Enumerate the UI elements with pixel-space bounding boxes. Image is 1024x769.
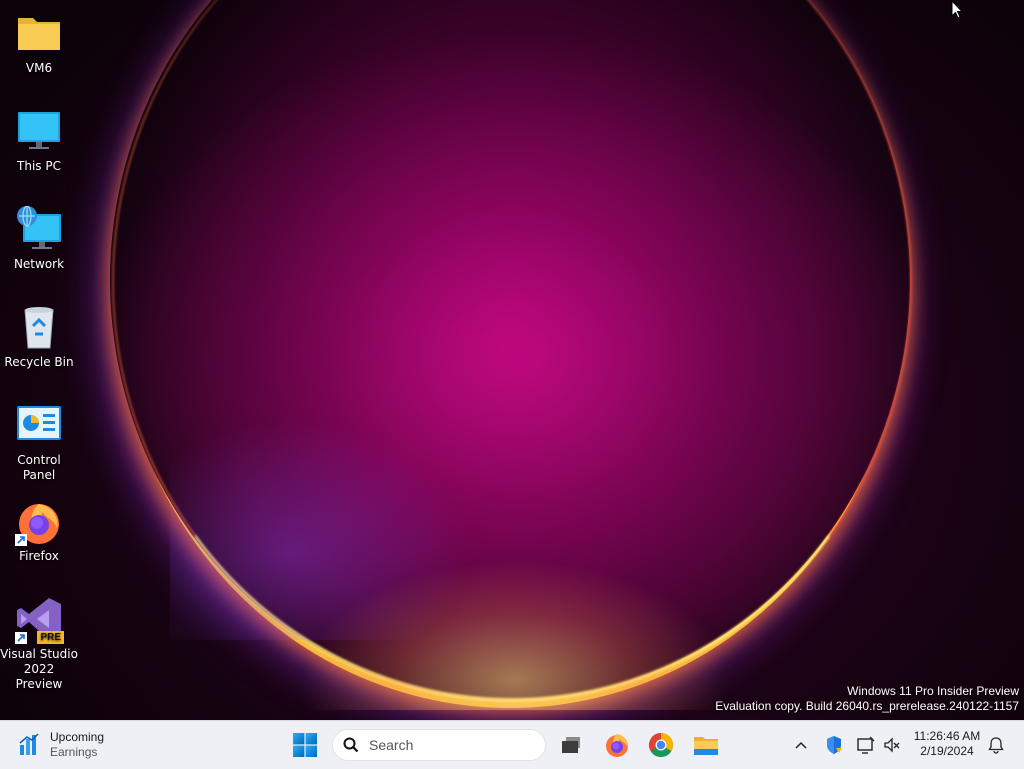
- desktop-icon-label: Firefox: [19, 549, 59, 563]
- network-status-icon[interactable]: [856, 733, 876, 757]
- watermark-line1: Windows 11 Pro Insider Preview: [847, 684, 1019, 698]
- mouse-cursor-icon: [951, 0, 964, 20]
- clock-date: 2/19/2024: [920, 744, 974, 758]
- desktop-icon-vm6[interactable]: VM6: [0, 10, 78, 76]
- network-icon: [15, 205, 63, 254]
- evaluation-watermark: Windows 11 Pro Insider Preview Evaluatio…: [715, 684, 1019, 714]
- desktop-icon-label-line2: 2022 Preview: [15, 662, 63, 691]
- task-view-icon[interactable]: [558, 731, 586, 759]
- firefox-icon[interactable]: [603, 731, 631, 759]
- visual-studio-icon: PRE: [15, 596, 64, 644]
- folder-icon: [15, 10, 63, 58]
- control-panel-icon: [15, 402, 63, 450]
- widget-title: Upcoming: [50, 730, 105, 744]
- recycle-bin-icon: [15, 304, 63, 352]
- clock-time: 11:26:46 AM: [913, 729, 981, 743]
- desktop-icon-recycle-bin[interactable]: Recycle Bin: [0, 304, 78, 370]
- taskbar: Upcoming Earnings Search 11:26:46 AM 2/1…: [0, 720, 1024, 769]
- search-box[interactable]: Search: [332, 729, 546, 761]
- desktop-wallpaper: VM6 This PC Network Recycle Bin Control …: [0, 0, 1024, 720]
- shortcut-arrow-icon: [15, 534, 27, 546]
- search-placeholder: Search: [369, 737, 414, 753]
- desktop-icon-label: Control Panel: [17, 453, 61, 482]
- desktop-icon-label: This PC: [17, 159, 61, 173]
- desktop-icon-firefox[interactable]: Firefox: [0, 498, 78, 564]
- firefox-icon: [15, 498, 63, 546]
- chevron-up-icon[interactable]: [793, 733, 809, 757]
- bell-icon[interactable]: [987, 736, 1005, 754]
- widget-subtitle: Earnings: [50, 745, 98, 759]
- desktop-icon-label: Recycle Bin: [4, 355, 74, 369]
- desktop-icon-label: Network: [13, 257, 65, 271]
- volume-muted-icon[interactable]: [882, 733, 902, 757]
- search-icon: [343, 737, 359, 753]
- widgets-button[interactable]: Upcoming Earnings: [18, 729, 104, 761]
- desktop-icon-label: VM6: [25, 61, 53, 75]
- watermark-line2: Evaluation copy. Build 26040.rs_prerelea…: [715, 699, 1019, 713]
- chrome-icon[interactable]: [647, 731, 675, 759]
- pre-badge: PRE: [37, 631, 64, 644]
- monitor-icon: [15, 108, 63, 156]
- shortcut-arrow-icon: [15, 632, 27, 644]
- widget-text: Upcoming Earnings: [50, 730, 104, 760]
- desktop-icon-network[interactable]: Network: [0, 205, 78, 272]
- desktop-icon-this-pc[interactable]: This PC: [0, 108, 78, 174]
- windows-start-icon[interactable]: [293, 733, 317, 757]
- desktop-icon-label-line1: Visual Studio: [0, 647, 78, 661]
- desktop-icon-control-panel[interactable]: Control Panel: [0, 402, 78, 483]
- wallpaper-glow-bottom: [300, 560, 730, 710]
- desktop-icon-visual-studio[interactable]: PRE Visual Studio 2022 Preview: [0, 596, 78, 692]
- stocks-chart-icon: [18, 733, 40, 757]
- security-shield-icon[interactable]: [824, 733, 844, 757]
- system-clock[interactable]: 11:26:46 AM 2/19/2024: [908, 729, 986, 759]
- file-explorer-icon[interactable]: [692, 731, 720, 759]
